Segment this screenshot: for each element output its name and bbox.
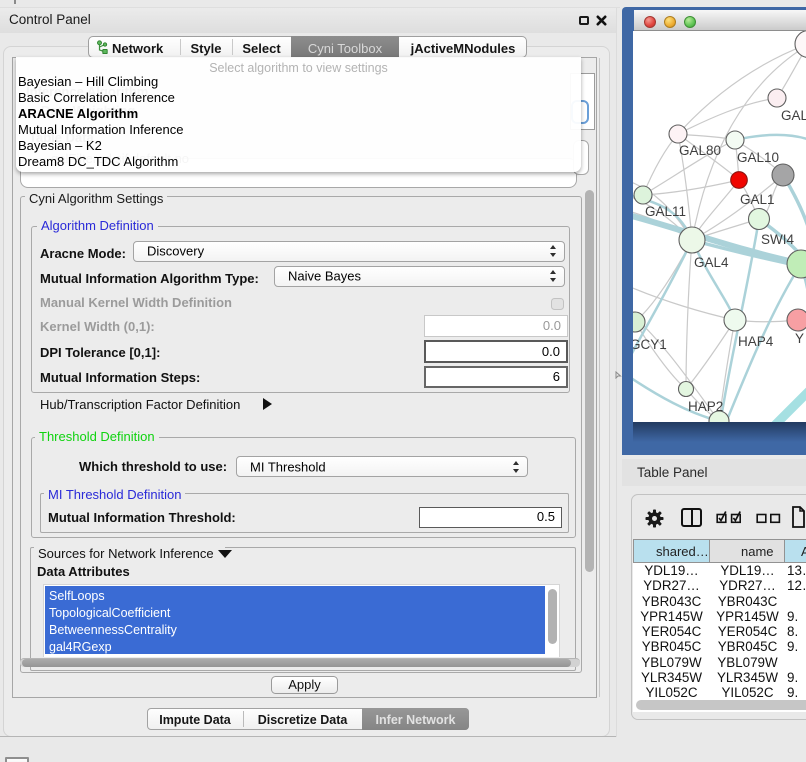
- svg-text:SWI4: SWI4: [761, 232, 794, 247]
- svg-text:Y: Y: [795, 331, 804, 346]
- svg-text:GAL10: GAL10: [737, 150, 779, 165]
- svg-text:GAL1: GAL1: [740, 192, 775, 207]
- svg-text:GAL4: GAL4: [694, 255, 729, 270]
- svg-text:GCY1: GCY1: [633, 337, 667, 352]
- svg-text:GAL8: GAL8: [781, 108, 806, 123]
- svg-text:GAL11: GAL11: [645, 204, 686, 219]
- svg-text:GAL80: GAL80: [679, 143, 721, 158]
- svg-text:HAP4: HAP4: [738, 334, 774, 349]
- svg-text:HAP2: HAP2: [688, 399, 723, 414]
